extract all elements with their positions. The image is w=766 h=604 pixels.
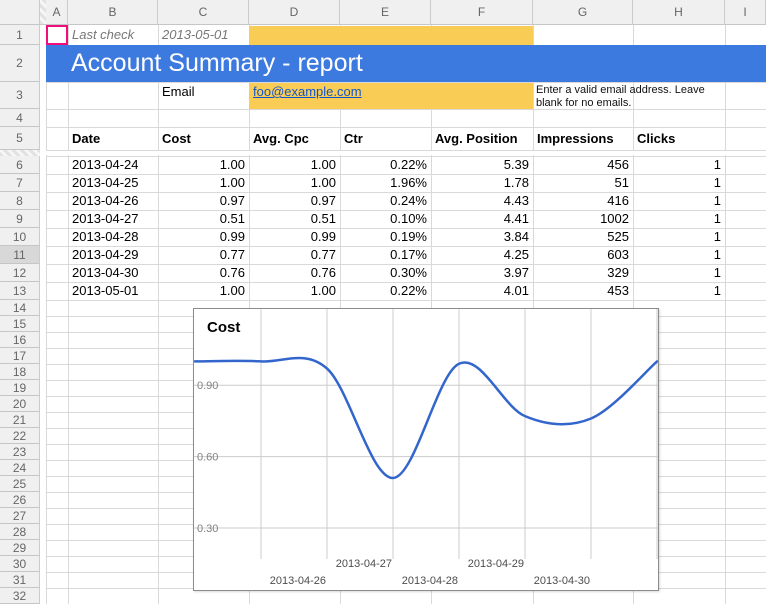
table-cell[interactable]: 416 — [533, 192, 633, 210]
table-cell[interactable]: 525 — [533, 228, 633, 246]
table-header-cell[interactable]: Impressions — [533, 127, 633, 150]
chart-title: Cost — [207, 319, 240, 336]
table-header-cell[interactable]: Clicks — [633, 127, 725, 150]
table-cell[interactable]: 0.97 — [158, 192, 249, 210]
table-cell[interactable]: 4.43 — [431, 192, 533, 210]
table-header-cell[interactable]: Avg. Position — [431, 127, 533, 150]
table-cell[interactable]: 453 — [533, 282, 633, 300]
table-cell[interactable]: 2013-04-24 — [68, 156, 158, 174]
table-cell[interactable]: 0.99 — [249, 228, 340, 246]
table-cell[interactable]: 0.19% — [340, 228, 431, 246]
table-cell[interactable]: 1 — [633, 228, 725, 246]
table-cell[interactable]: 0.30% — [340, 264, 431, 282]
table-cell[interactable]: 603 — [533, 246, 633, 264]
table-cell[interactable]: 1002 — [533, 210, 633, 228]
table-cell[interactable]: 0.51 — [158, 210, 249, 228]
table-cell[interactable]: 456 — [533, 156, 633, 174]
table-cell[interactable]: 329 — [533, 264, 633, 282]
table-cell[interactable]: 4.25 — [431, 246, 533, 264]
table-header-cell[interactable]: Date — [68, 127, 158, 150]
chart-cost-line — [195, 358, 657, 478]
table-cell[interactable]: 0.77 — [249, 246, 340, 264]
table-cell[interactable]: 2013-04-29 — [68, 246, 158, 264]
chart-x-tick-label: 2013-04-30 — [534, 575, 590, 587]
table-header-cell[interactable]: Avg. Cpc — [249, 127, 340, 150]
chart-x-tick-label: 2013-04-26 — [270, 575, 326, 587]
chart-y-tick-label: 0.30 — [197, 523, 218, 535]
selected-cell-a1[interactable] — [46, 25, 68, 45]
chart-x-tick-label: 2013-04-29 — [468, 558, 524, 570]
cost-chart[interactable]: Cost 0.30 0.60 0.90 2013-04-26 2013-04-27 201… — [193, 308, 659, 591]
table-cell[interactable]: 0.22% — [340, 156, 431, 174]
table-header-cell[interactable]: Ctr — [340, 127, 431, 150]
table-cell[interactable]: 0.17% — [340, 246, 431, 264]
table-cell[interactable]: 0.99 — [158, 228, 249, 246]
table-cell[interactable]: 1.00 — [249, 156, 340, 174]
table-cell[interactable]: 0.77 — [158, 246, 249, 264]
table-cell[interactable]: 0.97 — [249, 192, 340, 210]
chart-x-tick-label: 2013-04-27 — [336, 558, 392, 570]
table-cell[interactable]: 3.84 — [431, 228, 533, 246]
table-cell[interactable]: 2013-05-01 — [68, 282, 158, 300]
table-cell[interactable]: 0.76 — [249, 264, 340, 282]
table-cell[interactable]: 1 — [633, 210, 725, 228]
table-cell[interactable]: 51 — [533, 174, 633, 192]
table-cell[interactable]: 1 — [633, 156, 725, 174]
table-cell[interactable]: 2013-04-28 — [68, 228, 158, 246]
table-header-cell[interactable]: Cost — [158, 127, 249, 150]
chart-x-tick-label: 2013-04-28 — [402, 575, 458, 587]
spreadsheet-app: ABCDEFGHI1234567891011121314151617181920… — [0, 0, 766, 604]
chart-plot-area: 0.30 0.60 0.90 2013-04-26 2013-04-27 2013-04-… — [194, 309, 658, 590]
table-cell[interactable]: 1.96% — [340, 174, 431, 192]
table-cell[interactable]: 1 — [633, 192, 725, 210]
table-cell[interactable]: 1.78 — [431, 174, 533, 192]
table-cell[interactable]: 1 — [633, 174, 725, 192]
table-cell[interactable]: 0.10% — [340, 210, 431, 228]
table-cell[interactable]: 0.24% — [340, 192, 431, 210]
table-cell[interactable]: 3.97 — [431, 264, 533, 282]
table-cell[interactable]: 1.00 — [158, 282, 249, 300]
table-cell[interactable]: 1 — [633, 264, 725, 282]
table-cell[interactable]: 0.22% — [340, 282, 431, 300]
table-cell[interactable]: 1 — [633, 246, 725, 264]
chart-y-tick-label: 0.60 — [197, 452, 218, 464]
chart-y-tick-label: 0.90 — [197, 380, 218, 392]
table-cell[interactable]: 5.39 — [431, 156, 533, 174]
table-cell[interactable]: 0.51 — [249, 210, 340, 228]
table-cell[interactable]: 4.41 — [431, 210, 533, 228]
table-cell[interactable]: 1.00 — [249, 282, 340, 300]
table-cell[interactable]: 1 — [633, 282, 725, 300]
table-cell[interactable]: 2013-04-27 — [68, 210, 158, 228]
table-cell[interactable]: 2013-04-30 — [68, 264, 158, 282]
table-cell[interactable]: 4.01 — [431, 282, 533, 300]
table-cell[interactable]: 2013-04-25 — [68, 174, 158, 192]
table-cell[interactable]: 1.00 — [158, 174, 249, 192]
table-cell[interactable]: 1.00 — [158, 156, 249, 174]
table-cell[interactable]: 1.00 — [249, 174, 340, 192]
table-cell[interactable]: 2013-04-26 — [68, 192, 158, 210]
table-cell[interactable]: 0.76 — [158, 264, 249, 282]
